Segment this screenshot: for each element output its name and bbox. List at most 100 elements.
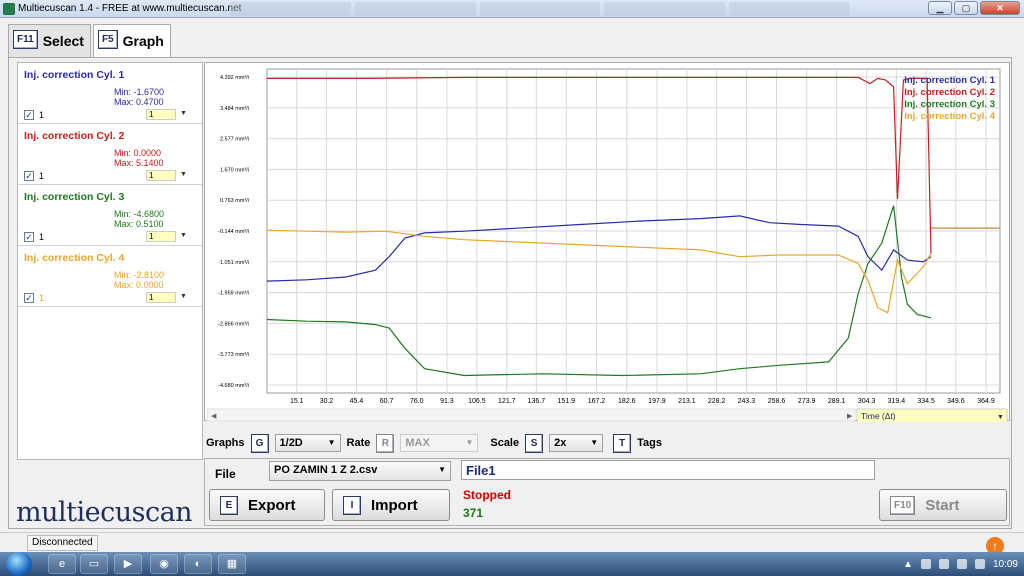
horizontal-scrollbar xyxy=(206,408,856,422)
channel-name: Inj. correction Cyl. 2 xyxy=(24,130,125,142)
volume-icon[interactable] xyxy=(974,559,985,569)
x-tick-label: 364.9 xyxy=(977,398,995,405)
y-tick-label: -2.866 mm³/i xyxy=(218,321,249,327)
channel-max: Max: 5.1400 xyxy=(114,158,164,168)
chevron-down-icon: ▼ xyxy=(465,438,474,447)
media-player-icon[interactable]: ▶ xyxy=(114,554,142,574)
channel-number: 1 xyxy=(39,293,45,303)
y-tick-label: 3.484 mm³/i xyxy=(220,106,249,112)
file-label: File xyxy=(215,467,236,481)
explorer-icon[interactable]: ▭ xyxy=(80,554,108,574)
app-icon xyxy=(3,3,15,15)
file-select[interactable]: PO ZAMIN 1 Z 2.csv ▼ xyxy=(269,461,451,481)
chevron-down-icon: ▼ xyxy=(180,171,187,178)
export-button[interactable]: E Export xyxy=(209,489,325,521)
channel-scale-select[interactable]: 1 xyxy=(146,109,176,120)
channel-name: Inj. correction Cyl. 1 xyxy=(24,69,125,81)
chrome-icon[interactable]: ◉ xyxy=(150,554,178,574)
x-tick-label: 45.4 xyxy=(350,398,364,405)
import-label: Import xyxy=(371,496,418,514)
tray-expand-icon[interactable]: ▲ xyxy=(903,559,913,570)
x-axis-label: Time (Δt) xyxy=(861,411,896,421)
channel-item[interactable]: Inj. correction Cyl. 3 Min: -4.6800 Max: 0… xyxy=(18,185,202,246)
x-tick-label: 213.1 xyxy=(678,398,696,405)
maximize-button[interactable]: ▢ xyxy=(954,1,978,15)
channel-checkbox[interactable]: ✓ xyxy=(24,171,34,181)
graphs-label: Graphs xyxy=(206,437,245,449)
channel-max: Max: 0.4700 xyxy=(114,97,164,107)
channel-name: Inj. correction Cyl. 4 xyxy=(24,252,125,264)
chevron-down-icon: ▼ xyxy=(180,293,187,300)
ie-icon[interactable]: e xyxy=(48,554,76,574)
channel-list: Inj. correction Cyl. 1 Min: -1.6700 Max: 0… xyxy=(17,62,203,460)
y-tick-label: -3.773 mm³/i xyxy=(218,352,249,358)
scroll-right-icon: ▶ xyxy=(847,413,853,420)
channel-checkbox[interactable]: ✓ xyxy=(24,232,34,242)
chevron-down-icon: ▼ xyxy=(438,465,446,474)
chevron-down-icon: ▼ xyxy=(180,110,187,117)
multiecuscan-logo: multiecuscan xyxy=(16,497,193,528)
graphs-select[interactable]: 1/2D ▼ xyxy=(274,434,341,452)
tab-graph[interactable]: F5 Graph xyxy=(92,24,171,59)
channel-scale-select[interactable]: 1 xyxy=(146,170,176,181)
tab-select[interactable]: F11 Select xyxy=(8,24,91,58)
channel-number: 1 xyxy=(39,171,45,181)
firefox-icon[interactable]: ◐ xyxy=(184,554,212,574)
chevron-down-icon: ▼ xyxy=(180,232,187,239)
channel-min: Min: -2.8100 xyxy=(114,270,165,280)
x-tick-label: 136.7 xyxy=(528,398,546,405)
line-chart: 15.1 30.2 45.4 60.7 76.0 91.3 106.5 121.7 136.7 1… xyxy=(206,68,1008,422)
channel-item[interactable]: Inj. correction Cyl. 4 Min: -2.8100 Max: 0… xyxy=(18,246,202,307)
y-tick-label: 0.763 mm³/i xyxy=(220,198,249,204)
channel-checkbox[interactable]: ✓ xyxy=(24,293,34,303)
channel-item[interactable]: Inj. correction Cyl. 2 Min: 0.0000 Max: 5.… xyxy=(18,124,202,185)
scroll-left-icon: ◀ xyxy=(211,413,217,420)
channel-min: Min: -1.6700 xyxy=(114,87,165,97)
export-label: Export xyxy=(248,496,296,514)
network-icon[interactable] xyxy=(956,559,967,569)
chevron-down-icon: ▼ xyxy=(997,414,1004,421)
scale-label: Scale xyxy=(490,437,520,449)
multiecuscan-task-icon[interactable]: ▦ xyxy=(218,554,246,574)
channel-scale-select[interactable]: 1 xyxy=(146,231,176,242)
tray-icon[interactable] xyxy=(920,559,931,569)
x-tick-label: 197.9 xyxy=(648,398,666,405)
start-key: F10 xyxy=(890,495,916,515)
taskbar: e ▭ ▶ ◉ ◐ ▦ ▲ 10:09 xyxy=(0,552,1024,576)
scale-value: 2x xyxy=(554,437,567,449)
rate-label: Rate xyxy=(346,437,371,449)
background-tabs xyxy=(230,2,850,16)
x-tick-label: 304.3 xyxy=(858,398,876,405)
tab-bar: F11 Select F5 Graph xyxy=(8,24,171,59)
title-bar: Multiecuscan 1.4 - FREE at www.multiecus… xyxy=(0,0,1024,18)
start-button-icon[interactable] xyxy=(6,552,32,576)
scale-key: S xyxy=(525,433,544,453)
legend-item: Inj. correction Cyl. 4 xyxy=(904,111,996,122)
clock[interactable]: 10:09 xyxy=(993,559,1018,570)
chevron-down-icon: ▼ xyxy=(590,438,599,447)
x-tick-label: 15.1 xyxy=(290,398,304,405)
x-tick-label: 106.5 xyxy=(468,398,486,405)
tags-key[interactable]: T xyxy=(613,433,632,453)
channel-scale-select[interactable]: 1 xyxy=(146,292,176,303)
scale-select[interactable]: 2x ▼ xyxy=(549,434,604,452)
x-tick-label: 91.3 xyxy=(440,398,454,405)
channel-item[interactable]: Inj. correction Cyl. 1 Min: -1.6700 Max: 0… xyxy=(18,63,202,124)
flag-icon[interactable] xyxy=(938,559,949,569)
rate-value: MAX xyxy=(405,437,430,449)
minimize-button[interactable]: ▁ xyxy=(928,1,952,15)
close-button[interactable]: ✕ xyxy=(980,1,1020,15)
x-tick-label: 151.9 xyxy=(558,398,576,405)
start-button[interactable]: F10 Start xyxy=(879,489,1007,521)
file-name-field[interactable]: File1 xyxy=(461,460,875,480)
graph-controls: Graphs G 1/2D ▼ Rate R MAX ▼ Scale S 2x ▼ T… xyxy=(206,431,662,455)
import-button[interactable]: I Import xyxy=(332,489,450,521)
graphs-key: G xyxy=(250,433,269,453)
x-tick-label: 349.6 xyxy=(947,398,965,405)
x-tick-label: 334.5 xyxy=(917,398,935,405)
rate-select[interactable]: MAX ▼ xyxy=(400,434,479,452)
channel-number: 1 xyxy=(39,110,45,120)
system-tray: ▲ 10:09 xyxy=(903,554,1018,574)
x-tick-label: 273.9 xyxy=(798,398,816,405)
channel-checkbox[interactable]: ✓ xyxy=(24,110,34,120)
